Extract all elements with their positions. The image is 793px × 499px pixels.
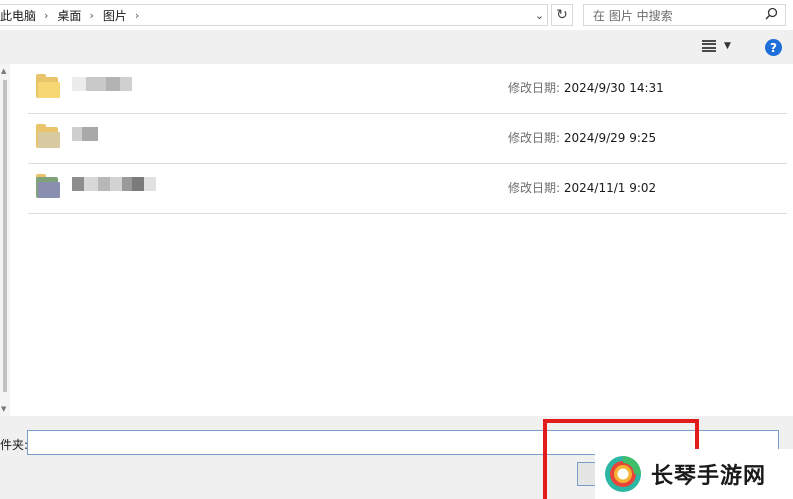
search-input[interactable]: 在 图片 中搜索 — [593, 7, 673, 24]
list-item[interactable]: 修改日期: 2024/11/1 9:02 — [28, 164, 787, 214]
scroll-down-icon[interactable]: ▼ — [1, 405, 6, 413]
breadcrumb-item-this-pc[interactable]: 此电脑 — [0, 7, 36, 24]
breadcrumb-separator-icon[interactable]: › — [89, 9, 93, 22]
search-icon[interactable] — [765, 7, 778, 24]
breadcrumb-item-desktop[interactable]: 桌面 — [57, 7, 81, 24]
modified-date-label: 修改日期: — [508, 81, 561, 95]
address-bar-row: 此电脑 › 桌面 › 图片 › ⌄ ↻ 在 图片 中搜索 — [0, 0, 793, 30]
scroll-up-icon[interactable]: ▲ — [1, 67, 6, 75]
file-list: 修改日期: 2024/9/30 14:31 修改日期: 2024/9/29 9:… — [0, 64, 793, 416]
breadcrumb-item-pictures[interactable]: 图片 — [103, 7, 127, 24]
folder-icon — [36, 124, 62, 148]
modified-date-label: 修改日期: — [508, 131, 561, 145]
refresh-icon[interactable]: ↻ — [551, 4, 573, 26]
breadcrumb: 此电脑 › 桌面 › 图片 › — [0, 7, 148, 24]
breadcrumb-separator-icon[interactable]: › — [135, 9, 139, 22]
folder-icon — [36, 74, 62, 98]
breadcrumb-separator-icon[interactable]: › — [44, 9, 48, 22]
view-options-button[interactable]: ▼ — [702, 40, 731, 52]
search-box[interactable]: 在 图片 中搜索 — [583, 4, 786, 26]
modified-date: 修改日期: 2024/9/29 9:25 — [508, 129, 656, 146]
folder-label: 件夹: — [0, 438, 29, 452]
modified-date-value: 2024/9/29 9:25 — [563, 131, 657, 145]
help-button[interactable]: ? — [765, 39, 782, 56]
list-item[interactable]: 修改日期: 2024/9/30 14:31 — [28, 64, 787, 114]
address-bar[interactable]: 此电脑 › 桌面 › 图片 › — [0, 4, 548, 26]
toolbar: ▼ ? — [0, 30, 793, 64]
watermark: 长琴手游网 — [595, 449, 793, 499]
modified-date: 修改日期: 2024/11/1 9:02 — [508, 179, 656, 196]
watermark-logo-icon — [603, 454, 643, 494]
list-item[interactable]: 修改日期: 2024/9/29 9:25 — [28, 114, 787, 164]
folder-icon — [36, 174, 62, 198]
blurred-file-name — [72, 127, 98, 145]
vertical-scrollbar[interactable]: ▲ ▼ — [0, 64, 10, 416]
modified-date: 修改日期: 2024/9/30 14:31 — [508, 79, 664, 96]
blurred-file-name — [72, 77, 132, 95]
blurred-file-name — [72, 177, 156, 195]
modified-date-value: 2024/9/30 14:31 — [563, 81, 664, 95]
scroll-thumb[interactable] — [3, 80, 7, 392]
view-list-icon — [702, 40, 716, 52]
chevron-down-icon[interactable]: ⌄ — [531, 4, 548, 26]
modified-date-value: 2024/11/1 9:02 — [563, 181, 657, 195]
watermark-text: 长琴手游网 — [651, 464, 767, 489]
modified-date-label: 修改日期: — [508, 181, 561, 195]
caret-down-icon: ▼ — [724, 41, 731, 51]
